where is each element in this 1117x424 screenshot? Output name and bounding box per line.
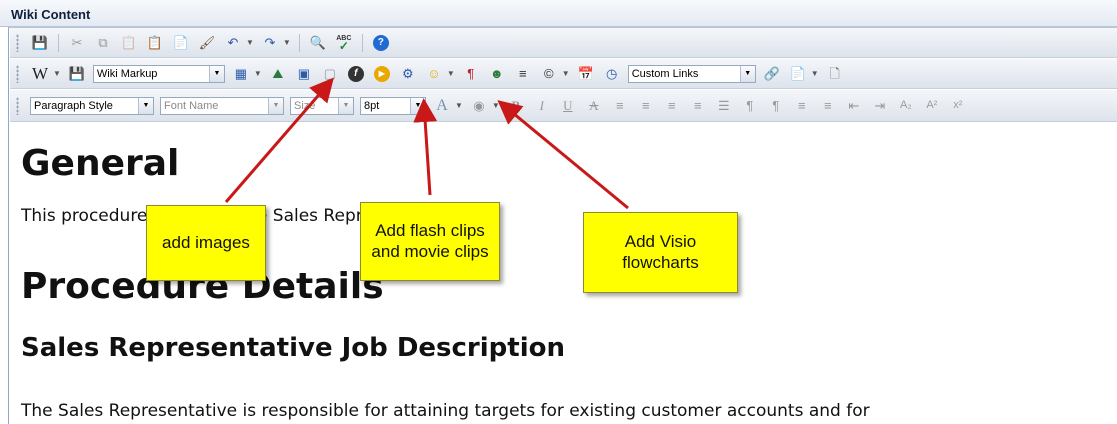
font-color-icon[interactable]: A [432,96,452,116]
undo-dropdown-icon[interactable]: ▼ [246,38,254,47]
links-select[interactable]: Custom Links ▼ [627,64,756,83]
table-icon[interactable]: ▦ [231,64,251,84]
insert-image-icon[interactable]: ⛰ [268,64,288,84]
toolbar-format: Paragraph Style ▼ Font Name ▼ Size ▼ 8pt… [10,90,1117,122]
emoticon-icon[interactable]: ☺ [424,64,444,84]
indent-icon[interactable]: ⇥ [870,96,890,116]
chevron-down-icon[interactable]: ▼ [338,97,353,114]
strikethrough-icon[interactable]: A [584,96,604,116]
paste-icon[interactable]: 📋 [119,33,139,53]
save-icon[interactable]: 💾 [30,33,50,53]
paragraph-style-select[interactable]: Paragraph Style ▼ [30,96,154,115]
align-center-icon[interactable]: ≡ [636,96,656,116]
separator [58,33,59,52]
chevron-down-icon[interactable]: ▼ [208,65,224,82]
hyperlink-icon[interactable]: 🔗 [762,64,782,84]
italic-icon[interactable]: I [532,96,552,116]
callout-add-visio: Add Visio flowcharts [583,212,738,293]
media-manager-icon[interactable]: ▶ [372,64,392,84]
image-manager-icon[interactable]: ▣ [294,64,314,84]
cut-icon[interactable]: ✂ [67,33,87,53]
real-font-size-value: 8pt [364,99,380,112]
bulleted-list-icon[interactable]: ≡ [818,96,838,116]
document-dropdown-icon[interactable]: ▼ [811,69,819,78]
wiki-dropdown-icon[interactable]: ▼ [53,69,61,78]
toolbar-standard: 💾 ✂ ⧉ 📋 📋 📄 🖌 ↶ ▼ ↷ ▼ 🔍 ABC ✓ ? [10,28,1117,58]
outdent-icon[interactable]: ⇤ [844,96,864,116]
template-icon[interactable]: 🗋 [825,64,845,84]
separator [298,33,300,52]
font-size-select[interactable]: Size ▼ [290,96,354,115]
wiki-icon[interactable]: W [30,64,50,84]
bold-icon[interactable]: B [506,96,526,116]
date-icon[interactable]: 📅 [576,64,596,84]
chevron-down-icon[interactable]: ▼ [410,97,425,114]
ltr-icon[interactable]: ¶ [740,96,760,116]
align-right-icon[interactable]: ≡ [662,96,682,116]
table-dropdown-icon[interactable]: ▼ [254,69,262,78]
panel-title: Wiki Content [0,0,1117,27]
paste-text-icon[interactable]: 📋 [145,33,165,53]
superscript-x-icon[interactable]: x² [948,96,968,116]
align-left-icon[interactable]: ≡ [610,96,630,116]
links-select-value: Custom Links [631,67,699,80]
paste-word-icon[interactable]: 📄 [171,33,191,53]
redo-icon[interactable]: ↷ [260,33,280,53]
font-size-label: Size [294,99,316,112]
chevron-down-icon[interactable]: ▼ [138,97,153,114]
help-icon[interactable]: ? [371,33,391,53]
chevron-down-icon[interactable]: ▼ [268,97,283,114]
save-to-disk-icon[interactable]: 💾 [67,64,87,84]
find-icon[interactable]: 🔍 [308,33,328,53]
numbered-list-icon[interactable]: ≡ [792,96,812,116]
highlight-dropdown-icon[interactable]: ▼ [492,101,500,110]
rtl-icon[interactable]: ¶ [766,96,786,116]
toolbar-grip[interactable] [16,64,19,83]
insert-symbol-icon[interactable]: ¶ [461,64,481,84]
copy-icon[interactable]: ⧉ [93,33,113,53]
justify-icon[interactable]: ≡ [688,96,708,116]
heading-general: General [21,143,180,184]
redo-dropdown-icon[interactable]: ▼ [283,38,291,47]
document-icon[interactable]: 📄 [788,64,808,84]
paragraph-style-value: Paragraph Style [34,99,113,112]
superscript-icon[interactable]: A² [922,96,942,116]
markup-select-value: Wiki Markup [96,67,158,80]
toolbar-insert: W ▼ 💾 Wiki Markup ▼ ▦ ▼ ⛰ ▣ ▢ f ▶ ⚙ ☺ ▼ ¶ ☻… [10,59,1117,89]
font-name-value: Font Name [164,99,219,112]
user-icon[interactable]: ☻ [487,64,507,84]
list-icon[interactable]: ≡ [513,64,533,84]
real-font-size-select[interactable]: 8pt ▼ [360,96,426,115]
symbol-dropdown-icon[interactable]: ▼ [562,69,570,78]
underline-icon[interactable]: U [558,96,578,116]
time-icon[interactable]: ◷ [602,64,622,84]
paragraph-body: The Sales Representative is responsible … [21,401,870,421]
toolbar-grip[interactable] [16,33,19,52]
heading-job-description: Sales Representative Job Description [21,333,565,363]
image-map-icon[interactable]: ▢ [320,64,340,84]
flash-manager-icon[interactable]: f [346,64,366,84]
subscript-icon[interactable]: A₂ [896,96,916,116]
font-name-select[interactable]: Font Name ▼ [160,96,284,115]
copyright-icon[interactable]: © [539,64,559,84]
font-color-dropdown-icon[interactable]: ▼ [455,101,463,110]
chevron-down-icon[interactable]: ▼ [739,65,755,82]
highlight-icon[interactable]: ◉ [469,96,489,116]
markup-select[interactable]: Wiki Markup ▼ [92,64,225,83]
callout-add-flash: Add flash clips and movie clips [360,202,500,281]
format-painter-icon[interactable]: 🖌 [197,33,217,53]
separator [361,33,363,52]
undo-icon[interactable]: ↶ [223,33,243,53]
spellcheck-icon[interactable]: ABC ✓ [334,33,354,53]
emoticon-dropdown-icon[interactable]: ▼ [447,69,455,78]
toolbar-grip[interactable] [16,96,19,115]
visio-icon[interactable]: ⚙ [398,64,418,84]
justify-full-icon[interactable]: ☰ [714,96,734,116]
callout-add-images: add images [146,205,266,281]
